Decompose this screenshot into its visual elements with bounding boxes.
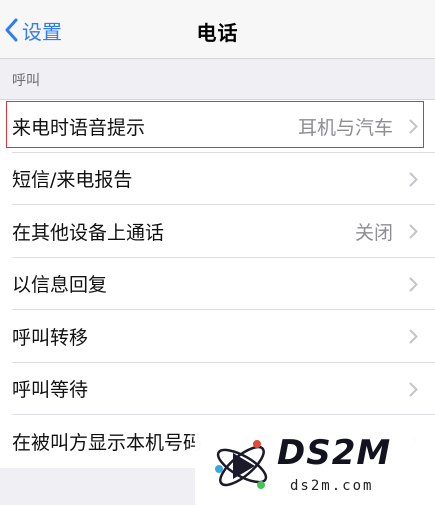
row-label: 在被叫方显示本机号码 — [12, 431, 203, 454]
row-label: 在其他设备上通话 — [12, 221, 165, 244]
row-respond-with-text[interactable]: 以信息回复 — [0, 258, 435, 311]
watermark-brand: DS2M — [277, 433, 392, 473]
section-header: 呼叫 — [12, 73, 40, 89]
chevron-right-icon — [409, 224, 418, 239]
row-label: 短信/来电报告 — [12, 169, 133, 192]
row-label: 来电时语音提示 — [12, 116, 146, 139]
row-calls-on-other-devices[interactable]: 在其他设备上通话 关闭 — [0, 205, 435, 258]
settings-list: 来电时语音提示 耳机与汽车 短信/来电报告 在其他设备上通话 关闭 以信息回复 … — [0, 99, 435, 468]
row-call-forwarding[interactable]: 呼叫转移 — [0, 310, 435, 363]
nav-bar: 设置 电话 — [0, 0, 435, 59]
row-sms-call-reporting[interactable]: 短信/来电报告 — [0, 153, 435, 206]
watermark: DS2M ds2m.com — [195, 425, 435, 505]
chevron-right-icon — [409, 277, 418, 291]
row-label: 呼叫等待 — [12, 379, 89, 402]
watermark-domain: ds2m.com — [290, 478, 374, 494]
chevron-right-icon — [409, 172, 418, 186]
row-label: 呼叫转移 — [12, 326, 89, 349]
chevron-right-icon — [409, 329, 418, 344]
row-value: 耳机与汽车 — [297, 116, 393, 139]
chevron-right-icon — [409, 119, 418, 134]
row-call-waiting[interactable]: 呼叫等待 — [0, 363, 435, 416]
chevron-right-icon — [409, 382, 418, 396]
page-title: 电话 — [196, 21, 239, 45]
row-label: 以信息回复 — [12, 274, 108, 297]
row-value: 关闭 — [354, 221, 393, 244]
atom-logo-icon — [215, 440, 268, 489]
row-voice-announce-calls[interactable]: 来电时语音提示 耳机与汽车 — [0, 100, 435, 153]
